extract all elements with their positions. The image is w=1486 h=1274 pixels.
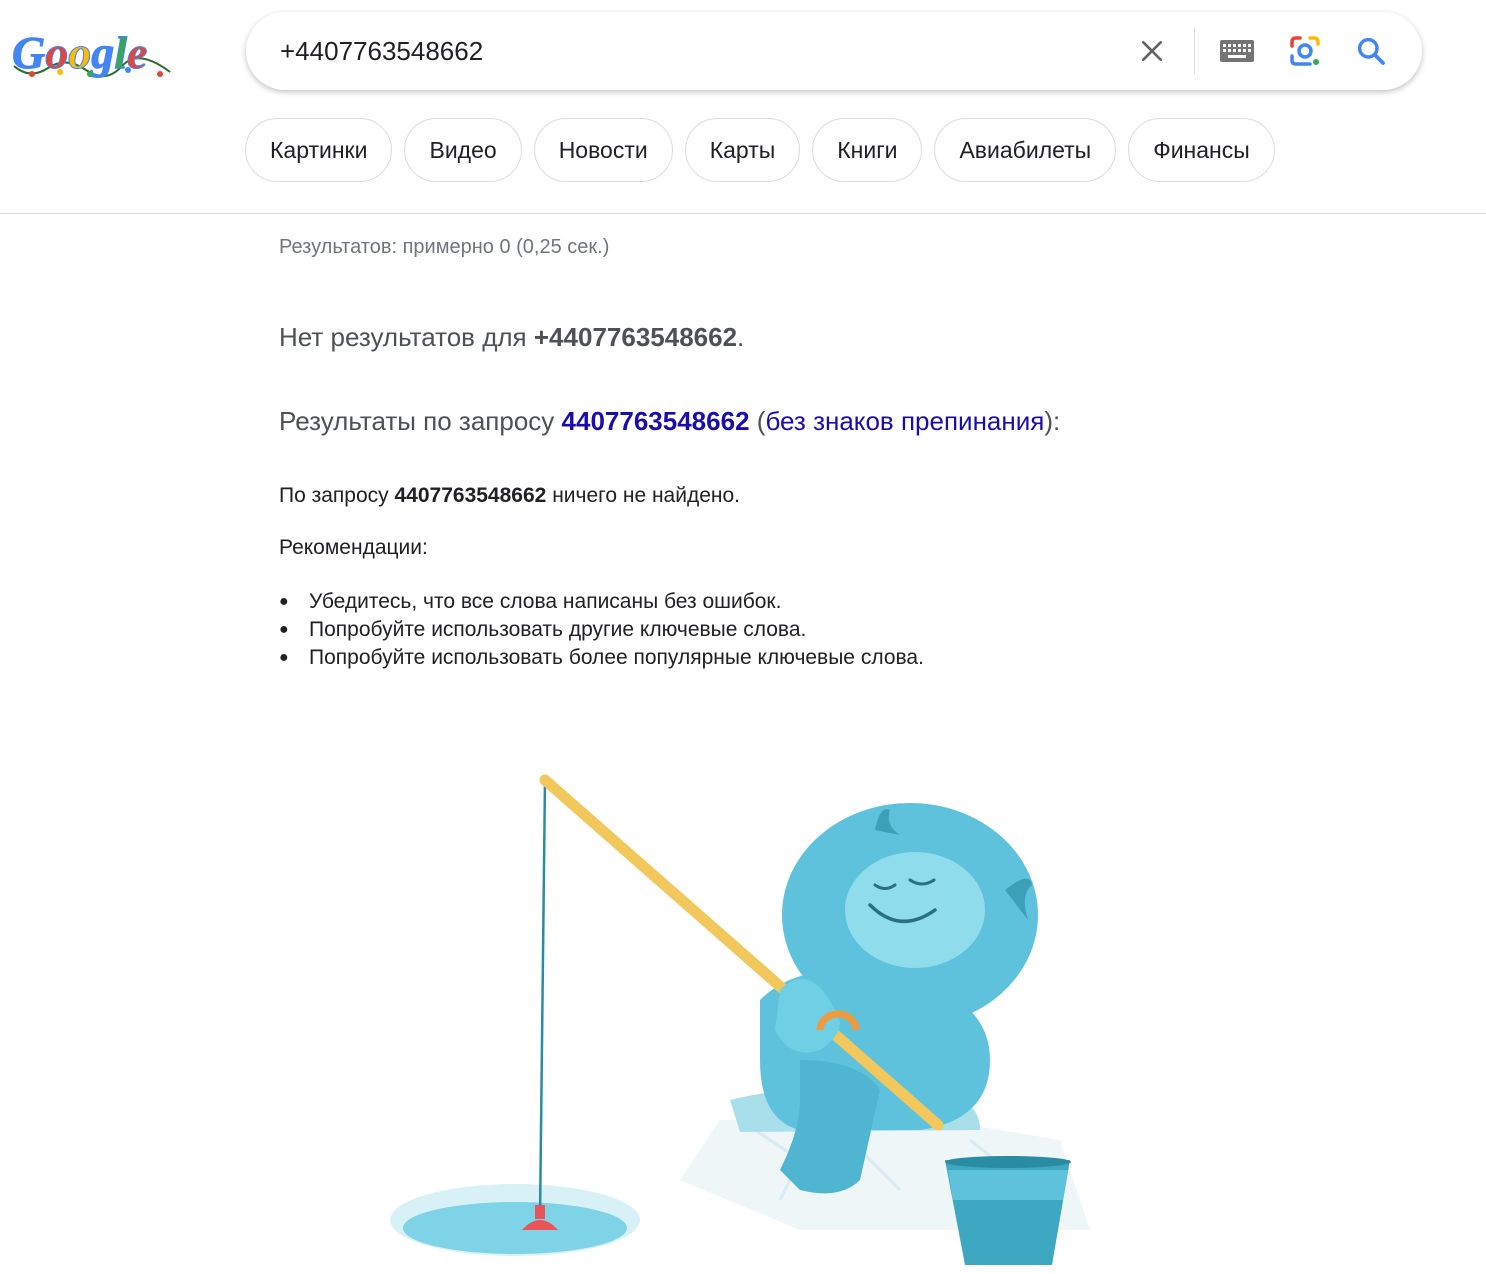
suggestion-item: Попробуйте использовать другие ключевые … xyxy=(279,616,924,644)
search-bar[interactable]: +4407763548662 xyxy=(246,12,1422,90)
no-results-prefix: Нет результатов для xyxy=(279,322,527,352)
showing-results-for: Результаты по запросу 4407763548662 (без… xyxy=(279,406,1060,437)
keyboard-icon xyxy=(1220,40,1254,62)
showing-prefix: Результаты по запросу xyxy=(279,406,555,436)
header-divider xyxy=(0,213,1486,214)
did-not-match-message: По запросу 4407763548662 ничего не найде… xyxy=(279,484,740,508)
fishing-yeti-illustration xyxy=(390,774,1090,1265)
fishing-line xyxy=(538,779,547,1219)
chip-finance[interactable]: Финансы xyxy=(1128,118,1275,182)
chip-maps[interactable]: Карты xyxy=(684,118,801,182)
did-not-match-prefix: По запросу xyxy=(279,484,389,507)
did-not-match-query: 4407763548662 xyxy=(394,484,547,507)
lens-icon xyxy=(1290,36,1320,66)
search-divider xyxy=(1194,28,1195,74)
suggestion-item: Попробуйте использовать более популярные… xyxy=(279,644,924,672)
lens-button[interactable] xyxy=(1282,12,1328,90)
suggestions-list: Убедитесь, что все слова написаны без ош… xyxy=(279,588,924,672)
suggestion-item: Убедитесь, что все слова написаны без ош… xyxy=(279,588,924,616)
search-icon xyxy=(1357,37,1385,65)
showing-query-link[interactable]: 4407763548662 xyxy=(562,406,750,436)
search-filter-chips: Картинки Видео Новости Карты Книги Авиаб… xyxy=(245,118,1275,186)
clear-search-button[interactable] xyxy=(1130,12,1174,90)
no-results-query: +4407763548662 xyxy=(533,322,738,352)
search-input[interactable]: +4407763548662 xyxy=(280,12,483,90)
result-stats: Результатов: примерно 0 (0,25 сек.) xyxy=(279,236,610,258)
chip-video[interactable]: Видео xyxy=(404,118,522,182)
yeti-face xyxy=(845,852,985,968)
no-results-message: Нет результатов для +4407763548662. xyxy=(279,322,744,353)
google-logo[interactable]: Google xyxy=(10,22,174,86)
chip-books[interactable]: Книги xyxy=(812,118,923,182)
close-icon xyxy=(1142,41,1162,61)
chip-images[interactable]: Картинки xyxy=(245,118,393,182)
keyboard-button[interactable] xyxy=(1214,12,1260,90)
recommendations-title: Рекомендации: xyxy=(279,536,428,559)
did-not-match-suffix: ничего не найдено. xyxy=(552,484,741,507)
showing-close-paren: ): xyxy=(1044,406,1061,436)
without-punctuation-link[interactable]: без знаков препинания xyxy=(765,406,1044,436)
search-button[interactable] xyxy=(1348,12,1394,90)
chip-flights[interactable]: Авиабилеты xyxy=(934,118,1117,182)
chip-news[interactable]: Новости xyxy=(533,118,673,182)
no-results-suffix: . xyxy=(737,322,745,352)
